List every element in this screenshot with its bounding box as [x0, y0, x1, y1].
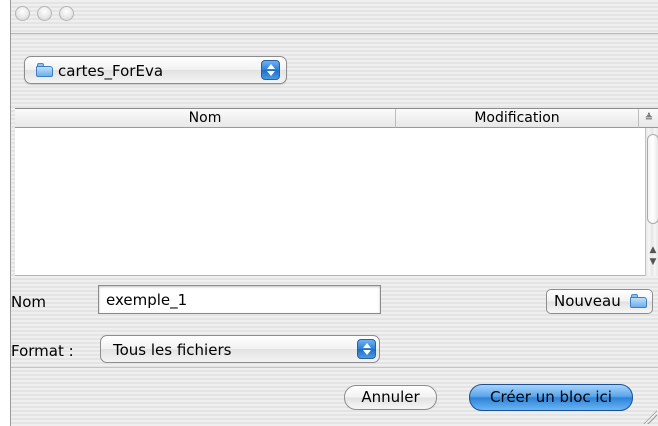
cancel-button[interactable]: Annuler: [344, 385, 437, 410]
scroll-thumb[interactable]: [647, 134, 658, 224]
vertical-scrollbar[interactable]: ▲ ▼: [645, 128, 658, 276]
close-window-button[interactable]: [15, 6, 30, 21]
column-header-modification[interactable]: Modification: [396, 109, 639, 128]
file-browser-list[interactable]: Nom Modification ≜ ▲ ▼: [15, 108, 658, 276]
column-header-name[interactable]: Nom: [15, 109, 396, 128]
resize-grip-icon[interactable]: [643, 410, 657, 424]
scroll-up-arrow-icon[interactable]: ▲: [647, 244, 658, 256]
file-name-input[interactable]: exemple_1: [98, 285, 381, 314]
popup-arrows-icon: [261, 60, 280, 80]
popup-arrows-icon: [357, 339, 376, 359]
minimize-window-button[interactable]: [37, 6, 52, 21]
save-dialog: cartes_ForEva Nom Modification ≜ ▲ ▼ Nom…: [10, 0, 658, 426]
zoom-window-button[interactable]: [59, 6, 74, 21]
name-label: Nom: [11, 293, 47, 311]
new-folder-button[interactable]: Nouveau: [546, 289, 653, 314]
format-label: Format :: [11, 342, 74, 360]
column-options-icon[interactable]: ≜: [639, 109, 658, 128]
folder-icon: [630, 294, 647, 308]
location-popup[interactable]: cartes_ForEva: [24, 56, 287, 84]
divider: [11, 367, 658, 368]
title-bar: [11, 0, 658, 34]
folder-icon: [36, 63, 53, 77]
create-block-button[interactable]: Créer un bloc ici: [469, 384, 633, 411]
new-folder-label: Nouveau: [554, 292, 621, 310]
format-popup[interactable]: Tous les fichiers: [100, 335, 380, 363]
scroll-down-arrow-icon[interactable]: ▼: [647, 256, 658, 268]
format-selected-value: Tous les fichiers: [113, 341, 232, 359]
location-folder-name: cartes_ForEva: [58, 62, 164, 80]
